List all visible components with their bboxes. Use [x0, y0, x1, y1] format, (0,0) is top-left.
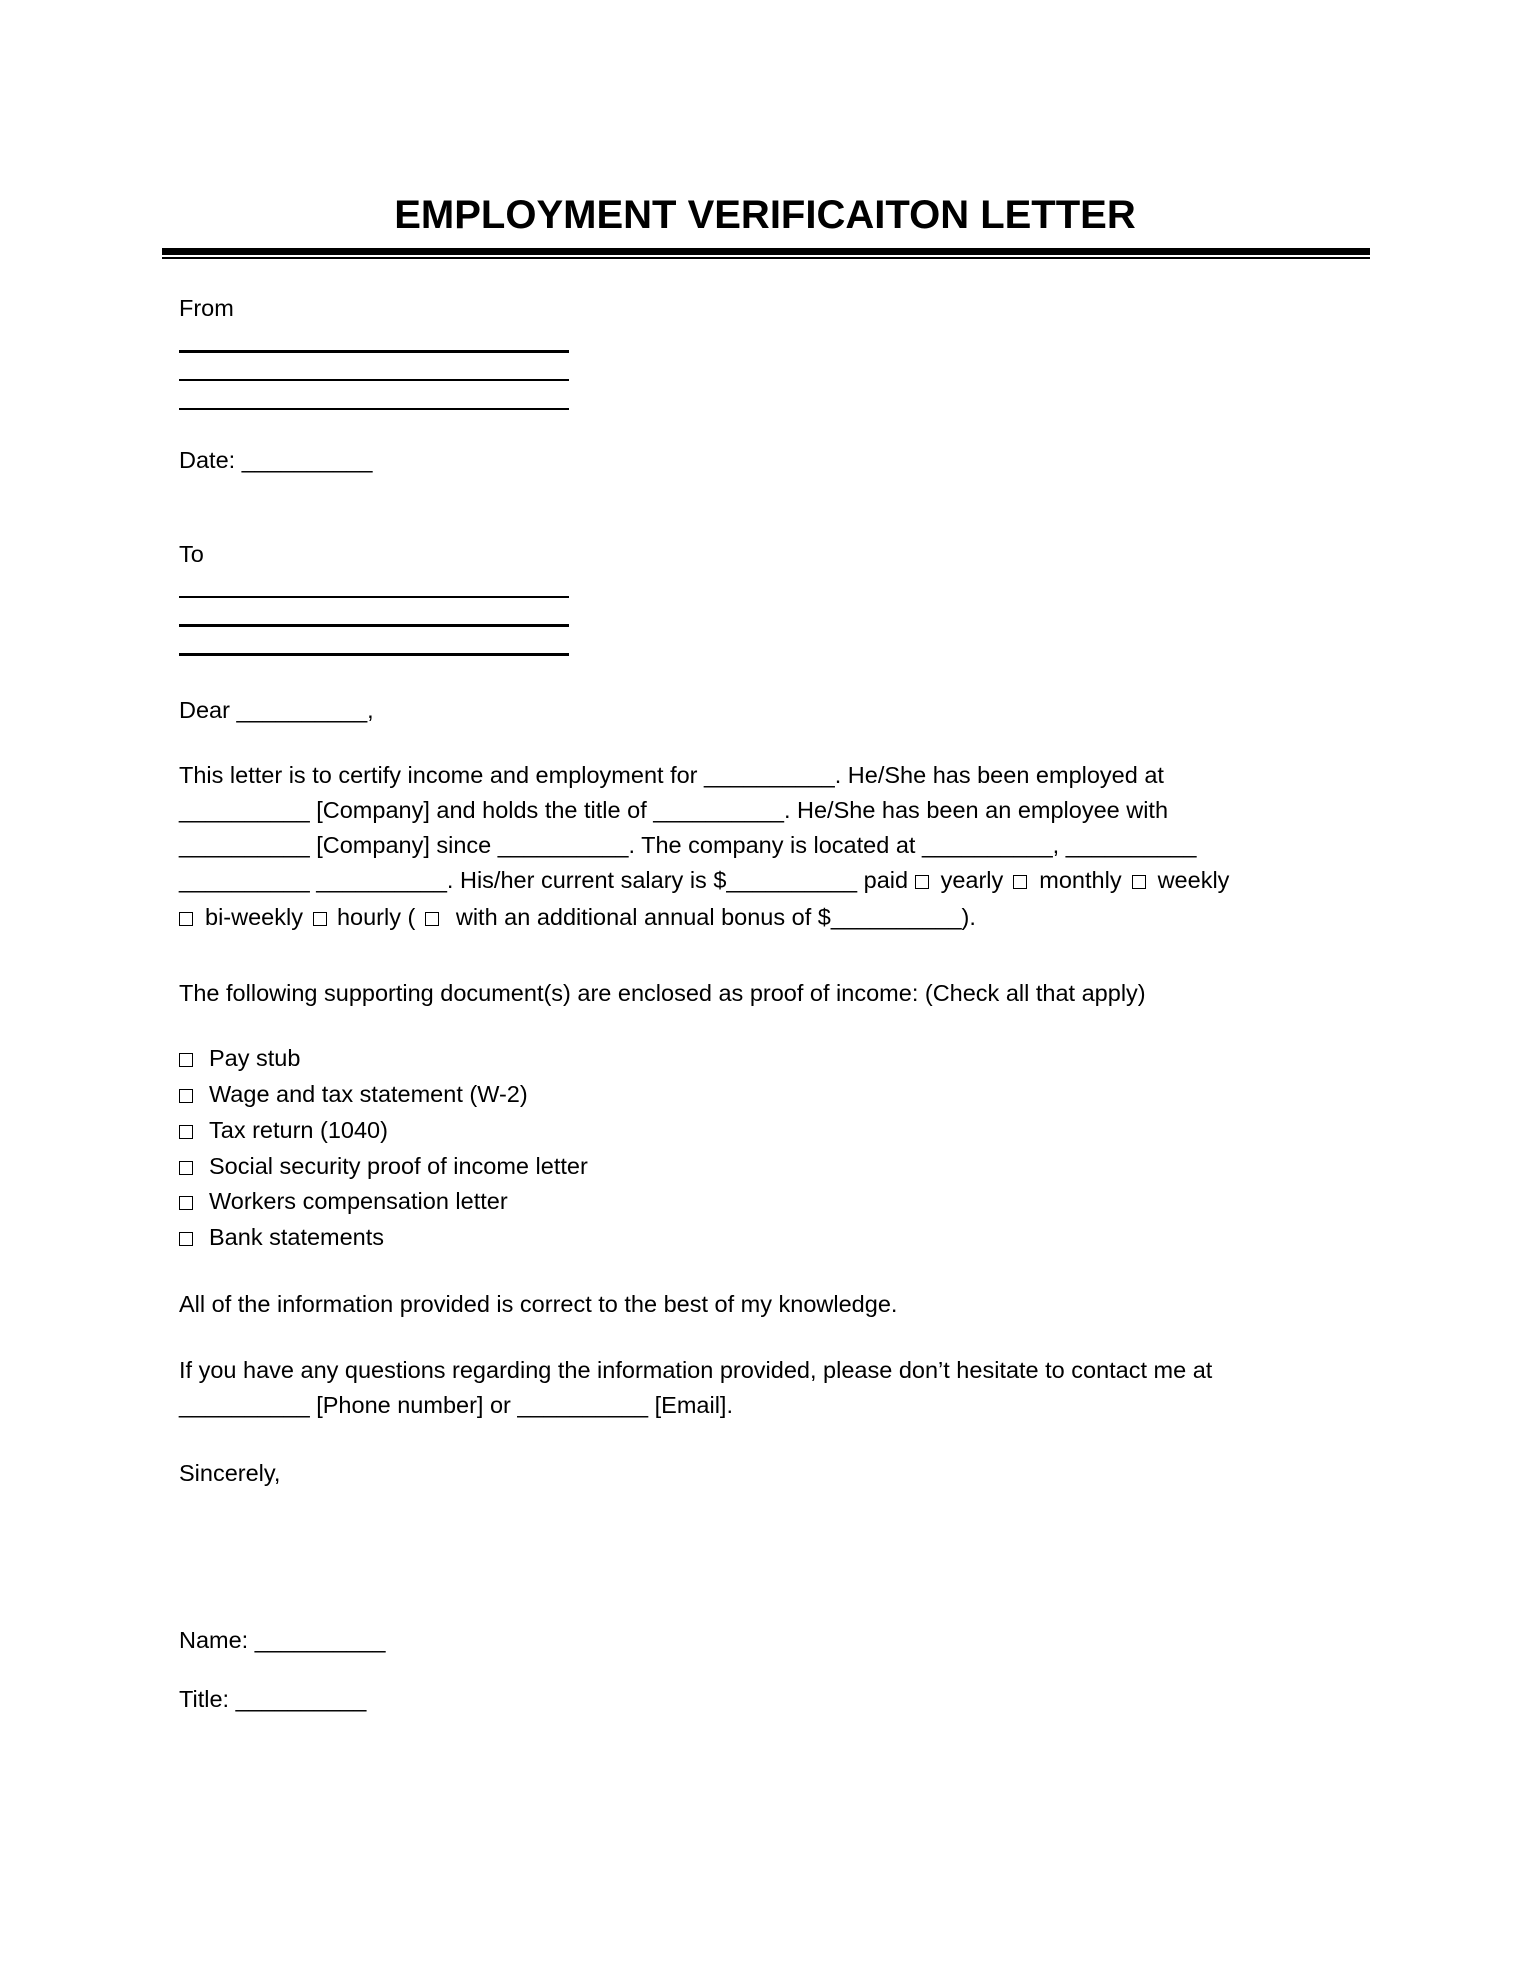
documents-intro: The following supporting document(s) are… — [179, 980, 1146, 1006]
document-checkbox[interactable] — [179, 1089, 193, 1103]
document-label: Pay stub — [209, 1045, 301, 1071]
pay-hourly-checkbox[interactable] — [312, 912, 327, 926]
bonus-checkbox[interactable] — [425, 912, 440, 926]
document-checkbox[interactable] — [179, 1125, 193, 1139]
body-line-2: __________ [Company] and holds the title… — [179, 797, 1169, 823]
to-line-2[interactable] — [179, 624, 569, 627]
document-item[interactable]: Pay stub — [179, 1044, 300, 1072]
contact-line-1: If you have any questions regarding the … — [179, 1357, 1213, 1383]
closing: Sincerely, — [179, 1460, 281, 1486]
body-line-4-text: __________ __________. His/her current s… — [179, 867, 915, 893]
pay-biweekly-checkbox[interactable] — [179, 912, 193, 926]
document-label: Tax return (1040) — [209, 1117, 388, 1143]
attestation: All of the information provided is corre… — [179, 1291, 898, 1317]
pay-weekly-label: weekly — [1157, 867, 1230, 893]
title-rule-thin — [162, 257, 1370, 259]
pay-hourly-label: hourly ( — [336, 904, 416, 930]
pay-monthly-label: monthly — [1039, 867, 1122, 893]
from-line-1[interactable] — [179, 350, 569, 353]
pay-biweekly-label: bi-weekly — [205, 904, 303, 930]
from-line-2[interactable] — [179, 379, 569, 381]
document-label: Social security proof of income letter — [209, 1153, 588, 1179]
to-label: To — [179, 541, 204, 567]
document-item[interactable]: Tax return (1040) — [179, 1116, 388, 1144]
to-line-3[interactable] — [179, 653, 569, 656]
from-line-3[interactable] — [179, 408, 569, 410]
document-label: Wage and tax statement (W-2) — [209, 1081, 528, 1107]
name-field[interactable]: Name: __________ — [179, 1626, 385, 1654]
document-item[interactable]: Social security proof of income letter — [179, 1152, 588, 1180]
from-label: From — [179, 295, 234, 321]
body-line-3: __________ [Company] since __________. T… — [179, 832, 1197, 858]
title-field[interactable]: Title: __________ — [179, 1685, 366, 1713]
document-title: EMPLOYMENT VERIFICAITON LETTER — [394, 193, 1136, 237]
document-label: Workers compensation letter — [209, 1188, 508, 1214]
body-line-4: __________ __________. His/her current s… — [179, 866, 1229, 894]
document-checkbox[interactable] — [179, 1232, 193, 1246]
pay-yearly-checkbox[interactable] — [914, 875, 929, 889]
document-item[interactable]: Workers compensation letter — [179, 1187, 508, 1215]
salutation[interactable]: Dear __________, — [179, 696, 374, 724]
body-line-5: bi-weekly hourly ( with an additional ann… — [179, 903, 976, 931]
pay-yearly-label: yearly — [940, 867, 1004, 893]
bonus-label: with an additional annual bonus of $____… — [449, 904, 976, 930]
pay-weekly-checkbox[interactable] — [1131, 875, 1146, 889]
date-field[interactable]: Date: __________ — [179, 446, 372, 474]
contact-line-2[interactable]: __________ [Phone number] or __________ … — [179, 1391, 733, 1419]
title-rule-thick — [162, 248, 1370, 255]
document-item[interactable]: Wage and tax statement (W-2) — [179, 1080, 528, 1108]
document-checkbox[interactable] — [179, 1161, 193, 1175]
document-label: Bank statements — [209, 1224, 385, 1250]
body-line-1: This letter is to certify income and emp… — [179, 762, 1164, 788]
document-checkbox[interactable] — [179, 1053, 193, 1067]
pay-monthly-checkbox[interactable] — [1013, 875, 1028, 889]
document-checkbox[interactable] — [179, 1196, 193, 1210]
to-line-1[interactable] — [179, 596, 569, 598]
document-item[interactable]: Bank statements — [179, 1223, 384, 1251]
